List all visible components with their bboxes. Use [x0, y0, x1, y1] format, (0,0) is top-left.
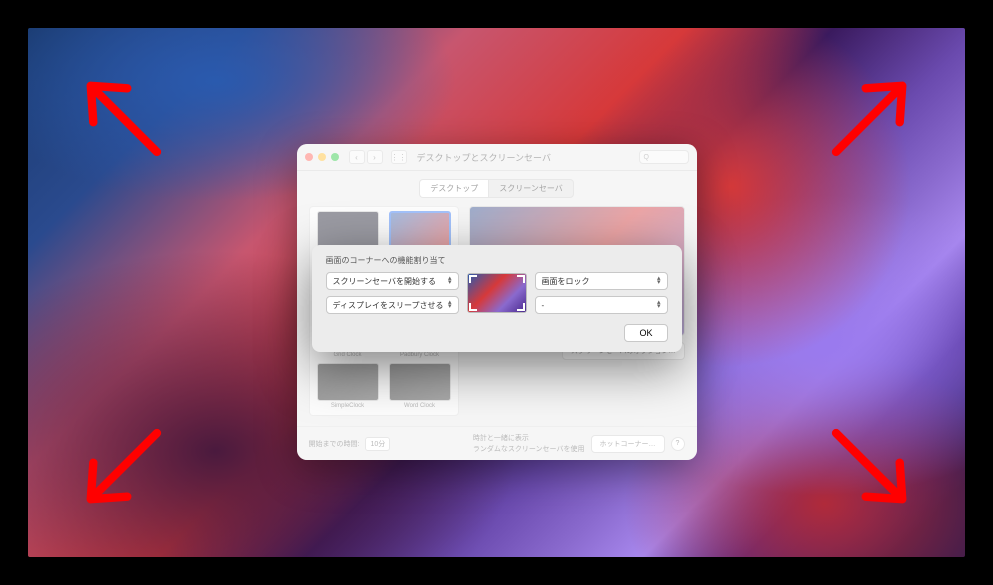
tab-desktop[interactable]: デスクトップ [419, 179, 488, 198]
maximize-button[interactable] [331, 153, 339, 161]
chevron-updown-icon: ▴▾ [448, 301, 452, 309]
corner-marker-bl [469, 303, 477, 311]
search-input[interactable]: Q [639, 150, 689, 164]
chevron-updown-icon: ▴▾ [657, 301, 661, 309]
corner-marker-tl [469, 275, 477, 283]
window-title: デスクトップとスクリーンセーバ [417, 151, 635, 164]
select-value: 画面をロック [542, 276, 590, 287]
screensaver-item[interactable]: Word Clock [386, 363, 454, 411]
bottom-bar: 開始までの時間: 10分 時計と一緒に表示 ランダムなスクリーンセーバを使用 ホ… [297, 426, 697, 460]
desktop-wallpaper: ‹ › ⋮⋮ デスクトップとスクリーンセーバ Q デスクトップ スクリーンセーバ… [28, 28, 965, 557]
hot-corners-dialog: 画面のコーナーへの機能割り当て スクリーンセーバを開始する ▴▾ 画面をロック … [312, 245, 682, 352]
start-after-label: 開始までの時間: [309, 439, 360, 449]
start-after-select[interactable]: 10分 [365, 437, 390, 451]
hot-corners-button[interactable]: ホットコーナー… [591, 435, 665, 453]
help-button[interactable]: ? [671, 437, 685, 451]
back-button[interactable]: ‹ [349, 150, 365, 164]
tab-screensaver[interactable]: スクリーンセーバ [488, 179, 574, 198]
select-value: ディスプレイをスリープさせる [333, 300, 444, 311]
random-checkbox-label[interactable]: ランダムなスクリーンセーバを使用 [473, 444, 585, 454]
corner-marker-tr [517, 275, 525, 283]
nav-buttons: ‹ › [349, 150, 383, 164]
screen-preview-thumbnail [467, 273, 527, 313]
select-value: スクリーンセーバを開始する [333, 276, 437, 287]
corner-select-bottom-left[interactable]: ディスプレイをスリープさせる ▴▾ [326, 296, 459, 314]
select-value: - [542, 301, 545, 310]
chevron-updown-icon: ▴▾ [448, 277, 452, 285]
minimize-button[interactable] [318, 153, 326, 161]
corner-marker-br [517, 303, 525, 311]
ok-button[interactable]: OK [624, 324, 667, 342]
close-button[interactable] [305, 153, 313, 161]
tab-bar: デスクトップ スクリーンセーバ [297, 171, 697, 206]
corner-select-top-left[interactable]: スクリーンセーバを開始する ▴▾ [326, 272, 459, 290]
show-clock-checkbox-label[interactable]: 時計と一緒に表示 [473, 433, 585, 443]
corner-select-bottom-right[interactable]: - ▴▾ [535, 296, 668, 314]
forward-button[interactable]: › [367, 150, 383, 164]
screensaver-item[interactable]: SimpleClock [314, 363, 382, 411]
traffic-lights [305, 153, 339, 161]
corner-select-top-right[interactable]: 画面をロック ▴▾ [535, 272, 668, 290]
grid-button[interactable]: ⋮⋮ [391, 150, 407, 164]
dialog-title: 画面のコーナーへの機能割り当て [326, 255, 668, 266]
dialog-footer: OK [326, 324, 668, 342]
corner-grid: スクリーンセーバを開始する ▴▾ 画面をロック ▴▾ ディスプレイをスリープさせ… [326, 272, 668, 314]
chevron-updown-icon: ▴▾ [657, 277, 661, 285]
window-titlebar: ‹ › ⋮⋮ デスクトップとスクリーンセーバ Q [297, 144, 697, 171]
